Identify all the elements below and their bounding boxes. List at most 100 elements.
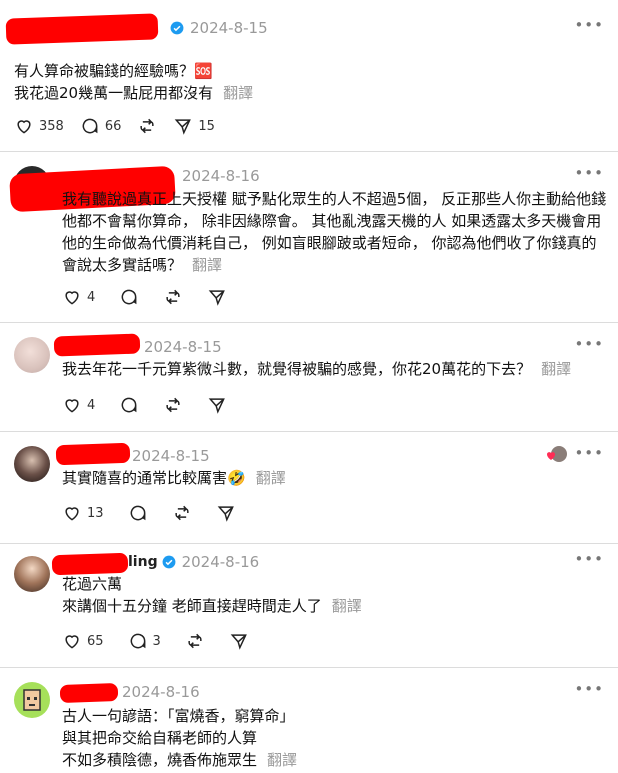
more-icon[interactable]: •••: [574, 682, 604, 697]
post-line: 我有聽說過真正上天授權 賦予點化眾生的人不超過5個， 反正那些人你主動給他錢: [62, 190, 607, 208]
action-bar: 4: [62, 393, 243, 417]
more-icon[interactable]: •••: [574, 18, 604, 33]
heart-icon: [65, 291, 79, 305]
post-header: 2024-8-15 •••: [14, 16, 604, 40]
post-body: 有人算命被騙錢的經驗嗎？🆘 我花過20幾萬一點屁用都沒有 翻譯: [14, 60, 253, 104]
reply-count: 3: [152, 633, 161, 649]
repost-icon: [166, 397, 180, 413]
translate-link[interactable]: 翻譯: [223, 84, 253, 102]
post-line: 來講個十五分鐘 老師直接趕時間走人了: [62, 597, 322, 615]
avatar[interactable]: [14, 682, 50, 718]
share-count: 15: [198, 118, 215, 134]
verified-icon: [162, 555, 176, 569]
reply-button[interactable]: 3: [128, 631, 161, 651]
post-body: 花過六萬 來講個十五分鐘 老師直接趕時間走人了 翻譯: [62, 573, 362, 617]
translate-link[interactable]: 翻譯: [332, 597, 362, 615]
like-count: 65: [87, 633, 104, 649]
post-body: 我有聽說過真正上天授權 賦予點化眾生的人不超過5個， 反正那些人你主動給他錢 他…: [62, 188, 606, 276]
repost-button[interactable]: [185, 631, 205, 651]
more-icon[interactable]: •••: [574, 446, 604, 461]
post-line: 不如多積陰德，燒香佈施眾生: [62, 751, 258, 769]
post-4: 2024-8-15 ••• 其實隨喜的通常比較厲害🤣 翻譯 13: [0, 432, 618, 544]
heart-icon: [65, 635, 79, 649]
like-button[interactable]: 4: [62, 395, 95, 415]
repost-button[interactable]: [163, 287, 183, 307]
author-liked-icon: [547, 446, 567, 462]
verified-icon: [170, 21, 184, 35]
share-button[interactable]: [207, 287, 227, 307]
like-count: 4: [87, 397, 96, 413]
action-bar: 13: [62, 501, 252, 525]
share-icon: [175, 119, 192, 135]
reply-button[interactable]: [128, 503, 148, 523]
reply-count: 66: [104, 118, 122, 134]
post-header: 2024-8-16 •••: [62, 164, 604, 188]
post-date: 2024-8-15: [144, 338, 222, 356]
share-button[interactable]: [207, 395, 227, 415]
share-icon: [230, 634, 247, 650]
username[interactable]: ling: [128, 554, 158, 570]
reply-button[interactable]: 66: [80, 116, 122, 136]
post-6: 2024-8-16 ••• 古人一句諺語：「富燒香，窮算命」 與其把命交給自稱老…: [0, 668, 618, 773]
post-3: 2024-8-15 ••• 我去年花一千元算紫微斗數，就覺得被騙的感覺，你花20…: [0, 323, 618, 432]
translate-link[interactable]: 翻譯: [256, 469, 286, 487]
post-date: 2024-8-16: [122, 683, 200, 701]
post-line: 花過六萬: [62, 575, 123, 593]
post-line: 有人算命被騙錢的經驗嗎？🆘: [14, 62, 213, 80]
avatar[interactable]: [14, 446, 50, 482]
like-count: 13: [87, 505, 104, 521]
share-button[interactable]: [216, 503, 236, 523]
share-button[interactable]: [229, 631, 249, 651]
reply-button[interactable]: [119, 395, 139, 415]
repost-button[interactable]: [172, 503, 192, 523]
share-button[interactable]: 15: [173, 116, 215, 136]
post-line: 會說太多實話嗎？: [62, 256, 183, 274]
avatar[interactable]: [14, 556, 50, 592]
post-header: ling 2024-8-16 •••: [62, 550, 604, 574]
post-header: 2024-8-15 •••: [62, 444, 604, 468]
more-icon[interactable]: •••: [574, 337, 604, 352]
repost-icon: [166, 289, 180, 305]
post-line: 我花過20幾萬一點屁用都沒有: [14, 84, 214, 102]
post-1: 2024-8-15 ••• 有人算命被騙錢的經驗嗎？🆘 我花過20幾萬一點屁用都…: [0, 0, 618, 152]
post-line: 我去年花一千元算紫微斗數，就覺得被騙的感覺，你花20萬花的下去？: [62, 360, 532, 378]
repost-icon: [174, 505, 189, 521]
comment-icon: [121, 289, 137, 305]
like-button[interactable]: 13: [62, 503, 104, 523]
like-button[interactable]: 358: [14, 116, 64, 136]
comment-icon: [82, 118, 98, 134]
repost-icon: [188, 633, 202, 649]
action-bar: 65 3: [62, 629, 265, 653]
avatar[interactable]: [14, 337, 50, 373]
post-body: 我去年花一千元算紫微斗數，就覺得被騙的感覺，你花20萬花的下去？ 翻譯: [62, 358, 571, 380]
post-date: 2024-8-16: [182, 167, 260, 185]
post-2: 2024-8-16 ••• 我有聽說過真正上天授權 賦予點化眾生的人不超過5個，…: [0, 152, 618, 323]
share-icon: [217, 506, 234, 522]
post-header: 2024-8-15 •••: [62, 335, 604, 359]
post-5: ling 2024-8-16 ••• 花過六萬 來講個十五分鐘 老師直接趕時間走…: [0, 544, 618, 668]
translate-link[interactable]: 翻譯: [541, 360, 571, 378]
reply-button[interactable]: [119, 287, 139, 307]
post-line: 與其把命交給自稱老師的人算: [62, 729, 258, 747]
like-count: 358: [39, 118, 64, 134]
share-icon: [208, 290, 226, 306]
post-body: 古人一句諺語：「富燒香，窮算命」 與其把命交給自稱老師的人算 不如多積陰德，燒香…: [62, 705, 297, 771]
more-icon[interactable]: •••: [574, 166, 604, 181]
post-line: 其實隨喜的通常比較厲害🤣: [62, 469, 246, 487]
post-header: 2024-8-16 •••: [62, 680, 604, 704]
post-date: 2024-8-15: [190, 19, 268, 37]
repost-button[interactable]: [163, 395, 183, 415]
post-line: 古人一句諺語：「富燒香，窮算命」: [62, 707, 295, 725]
repost-button[interactable]: [137, 116, 157, 136]
translate-link[interactable]: 翻譯: [267, 751, 297, 769]
heart-icon: [65, 507, 79, 521]
like-button[interactable]: 65: [62, 631, 104, 651]
post-date: 2024-8-15: [132, 447, 210, 465]
translate-link[interactable]: 翻譯: [192, 256, 222, 274]
repost-icon: [140, 118, 154, 134]
more-icon[interactable]: •••: [574, 552, 604, 567]
like-button[interactable]: 4: [62, 287, 95, 307]
comment-icon: [121, 397, 137, 413]
comment-icon: [130, 633, 145, 649]
action-bar: 4: [62, 285, 243, 309]
